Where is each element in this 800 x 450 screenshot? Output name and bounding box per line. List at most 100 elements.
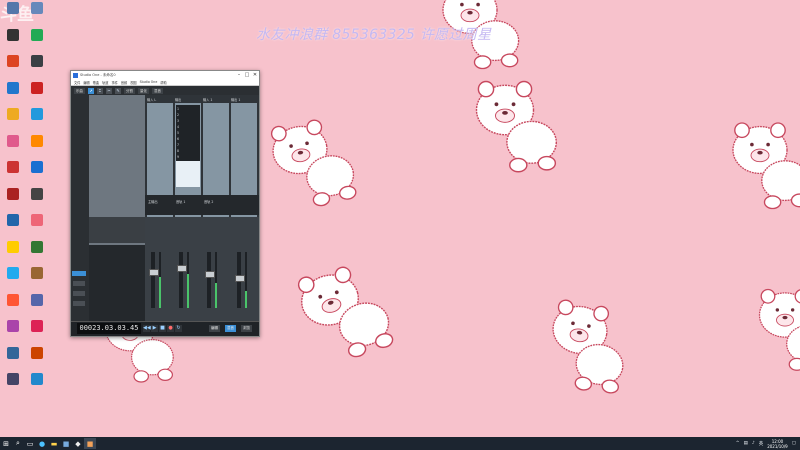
- inspector-tab[interactable]: [72, 271, 86, 276]
- edge-browser-icon[interactable]: ●: [36, 438, 48, 449]
- edit-view-button[interactable]: 编辑: [209, 325, 220, 332]
- menu-item[interactable]: 轨道: [102, 80, 108, 85]
- fader-handle[interactable]: [235, 275, 245, 282]
- pencil-tool-icon[interactable]: ✎: [115, 88, 121, 94]
- app-taskbar-icon[interactable]: ◆: [72, 438, 84, 449]
- menu-item[interactable]: 事件: [112, 80, 118, 85]
- rewind-icon[interactable]: ◀◀: [143, 325, 151, 332]
- studio-one-window[interactable]: Studio One - 未命名0 – □ ✕ 文件 编辑 歌曲 轨道 事件 音…: [70, 70, 260, 337]
- desktop-shortcut-label: [26, 147, 48, 155]
- desktop-shortcut-icon[interactable]: [26, 373, 48, 393]
- menu-item[interactable]: Studio One: [140, 80, 158, 84]
- studio-one-app-icon: [73, 72, 78, 78]
- mix-view-button[interactable]: 混音: [225, 325, 236, 332]
- range-tool-icon[interactable]: ⌶: [97, 88, 103, 94]
- maximize-icon[interactable]: □: [243, 71, 251, 79]
- windows-start-icon[interactable]: ⊞: [0, 438, 12, 449]
- desktop-shortcut-icon[interactable]: [26, 108, 48, 128]
- desktop-shortcut-icon[interactable]: [26, 267, 48, 287]
- desktop-shortcut-icon[interactable]: [2, 55, 24, 75]
- menu-item[interactable]: 编辑: [83, 80, 89, 85]
- file-explorer-icon[interactable]: ▬: [48, 438, 60, 449]
- desktop-shortcut-icon[interactable]: [26, 187, 48, 208]
- menu-item[interactable]: 文件: [74, 80, 80, 85]
- desktop-shortcut-icon[interactable]: [2, 373, 24, 393]
- desktop-shortcut-icon[interactable]: [26, 240, 48, 261]
- search-icon[interactable]: ⌕: [12, 438, 24, 449]
- desktop-shortcut-icon[interactable]: [2, 293, 24, 314]
- desktop-shortcut-icon[interactable]: [26, 320, 48, 340]
- desktop-shortcut-icon[interactable]: [2, 161, 24, 181]
- send-slot[interactable]: 2: [177, 113, 179, 117]
- sends-list[interactable]: 1 2 3 4 5 6 7 8 9: [176, 105, 200, 161]
- menu-item[interactable]: 音频: [121, 80, 127, 85]
- desktop-shortcut-icon[interactable]: [2, 28, 24, 49]
- selected-channel-highlight[interactable]: [176, 161, 200, 187]
- loop-icon[interactable]: ↻: [175, 325, 182, 332]
- desktop-shortcut-icon[interactable]: [26, 81, 48, 102]
- desktop-shortcut-icon[interactable]: [2, 2, 24, 22]
- desktop-shortcut-icon[interactable]: [26, 346, 48, 367]
- clock[interactable]: 12:00 2021/10/9: [767, 439, 788, 449]
- desktop-shortcut-icon[interactable]: [26, 2, 48, 22]
- desktop-shortcut-icon[interactable]: [2, 346, 24, 367]
- fader-track[interactable]: [207, 252, 211, 308]
- desktop-shortcut-icon[interactable]: [2, 214, 24, 234]
- arrow-tool-icon[interactable]: ➚: [88, 88, 94, 94]
- fader-track[interactable]: [179, 252, 183, 308]
- desktop-shortcut-glyph: [31, 2, 43, 14]
- network-icon[interactable]: ▤: [744, 441, 748, 446]
- window-titlebar[interactable]: Studio One - 未命名0 – □ ✕: [71, 71, 259, 79]
- desktop-shortcut-icon[interactable]: [2, 240, 24, 261]
- send-slot[interactable]: 7: [177, 143, 179, 147]
- task-view-icon[interactable]: ▭: [24, 438, 36, 449]
- desktop-shortcut-icon[interactable]: [26, 55, 48, 75]
- desktop-shortcut-icon[interactable]: [2, 134, 24, 155]
- menu-item[interactable]: 歌曲: [93, 80, 99, 85]
- fader-track[interactable]: [151, 252, 155, 308]
- desktop-shortcut-icon[interactable]: [2, 320, 24, 340]
- send-slot[interactable]: 1: [177, 107, 179, 111]
- send-slot[interactable]: 3: [177, 119, 179, 123]
- track-label[interactable]: 乐曲: [74, 88, 85, 94]
- send-slot[interactable]: 5: [177, 131, 179, 135]
- fader-handle[interactable]: [177, 265, 187, 272]
- browse-view-button[interactable]: 浏览: [241, 325, 252, 332]
- close-icon[interactable]: ✕: [251, 71, 259, 79]
- record-icon[interactable]: ●: [167, 325, 174, 332]
- inspector-tab[interactable]: [73, 301, 85, 306]
- desktop-shortcut-icon[interactable]: [2, 267, 24, 287]
- split-tool-icon[interactable]: ✂: [106, 88, 112, 94]
- mix-button[interactable]: 混音: [152, 88, 163, 94]
- desktop-shortcut-icon[interactable]: [26, 293, 48, 314]
- desktop-shortcut-icon[interactable]: [2, 108, 24, 128]
- volume-icon[interactable]: ♪: [752, 441, 755, 446]
- tray-chevron-icon[interactable]: ^: [736, 441, 740, 446]
- inspector-tab[interactable]: [73, 281, 85, 286]
- send-slot[interactable]: 6: [177, 137, 179, 141]
- input-method-indicator[interactable]: 英: [759, 441, 764, 447]
- menu-item[interactable]: 视图: [130, 80, 136, 85]
- timecode-display[interactable]: 00023.03.03.45: [77, 323, 141, 334]
- send-slot[interactable]: 9: [177, 155, 179, 159]
- desktop-shortcut-icon[interactable]: [26, 28, 48, 49]
- desktop-shortcut-icon[interactable]: [2, 81, 24, 102]
- menu-item[interactable]: 帮助: [160, 80, 166, 85]
- desktop-shortcut-icon[interactable]: [26, 161, 48, 181]
- inspector-tab[interactable]: [73, 291, 85, 296]
- send-slot[interactable]: 8: [177, 149, 179, 153]
- desktop-shortcut-icon[interactable]: [2, 187, 24, 208]
- fader-handle[interactable]: [149, 269, 159, 276]
- notification-icon[interactable]: ▢: [792, 441, 796, 446]
- minimize-icon[interactable]: –: [235, 71, 243, 79]
- fader-handle[interactable]: [205, 271, 215, 278]
- stop-icon[interactable]: ■: [159, 325, 166, 332]
- studio-one-taskbar-icon[interactable]: ■: [84, 438, 96, 449]
- desktop-shortcut-icon[interactable]: [26, 214, 48, 234]
- desktop-shortcut-icon[interactable]: [26, 134, 48, 155]
- snap-button[interactable]: 量化: [138, 88, 149, 94]
- app-taskbar-icon[interactable]: ■: [60, 438, 72, 449]
- edit-mode-button[interactable]: 分割: [124, 88, 135, 94]
- send-slot[interactable]: 4: [177, 125, 179, 129]
- play-icon[interactable]: ▶: [151, 325, 158, 332]
